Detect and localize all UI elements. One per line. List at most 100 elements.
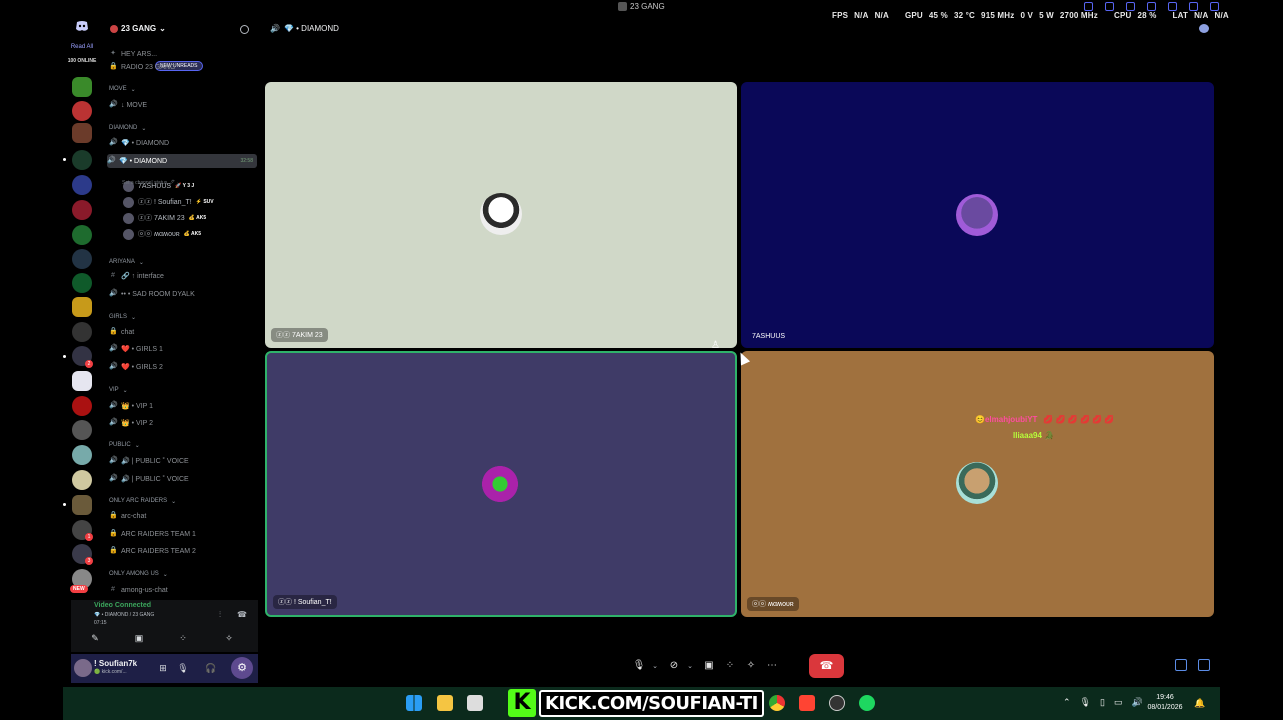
server-icon-15[interactable] <box>72 420 92 440</box>
category-header[interactable]: ONLY AMONG US ⌄ <box>109 567 168 581</box>
channel-item[interactable]: 🔊 ↓ MOVE <box>109 98 147 112</box>
channel-item[interactable]: ✦ HEY ARS... <box>109 47 157 61</box>
close-icon[interactable] <box>1210 2 1219 11</box>
server-icon-18[interactable] <box>72 495 92 515</box>
category-header[interactable]: GIRLS ⌄ <box>109 310 136 324</box>
channel-item[interactable]: 🔒 ARC RAIDERS TEAM 1 <box>109 527 196 541</box>
server-icon-10[interactable] <box>72 297 92 317</box>
channel-item[interactable]: 🔊 🔊 | PUBLIC ˚ VOICE <box>109 472 189 486</box>
category-header[interactable]: MOVE ⌄ <box>109 82 136 96</box>
chrome-profile-icon[interactable] <box>769 695 785 711</box>
channel-item[interactable]: 🔊 👑 • VIP 1 <box>109 399 153 413</box>
server-icon-3[interactable] <box>72 123 92 143</box>
channel-item[interactable]: 🔒 chat <box>109 325 134 339</box>
server-icon-17[interactable] <box>72 470 92 490</box>
file-explorer-icon[interactable] <box>437 695 453 711</box>
category-header[interactable]: ONLY ARC RAIDERS ⌄ <box>109 494 176 508</box>
video-tile-soufian[interactable]: ⓩⓩ ! Soufian_T! <box>265 351 737 617</box>
popout-icon[interactable] <box>1175 659 1187 671</box>
network-icon[interactable]: ▭ <box>1114 697 1123 708</box>
chevron-up-icon[interactable]: ⌃ <box>1063 697 1071 708</box>
channel-item[interactable]: # among-us-chat <box>109 583 168 597</box>
phone-link-icon[interactable]: ▯ <box>1100 697 1105 708</box>
pin-icon[interactable] <box>1084 2 1093 11</box>
fullscreen-icon[interactable] <box>1198 659 1210 671</box>
headphones-icon[interactable]: 🎧 <box>205 662 217 674</box>
chevron-down-icon[interactable]: ⌄ <box>686 662 694 670</box>
activities-icon[interactable]: ⁘ <box>721 657 739 675</box>
more-icon[interactable]: ⋯ <box>763 657 781 675</box>
channel-item[interactable]: 🔒 RADIO 23 GANG <box>109 60 175 74</box>
voice-user[interactable]: ⓩⓩ 7AKIM 23 💰 AK5 <box>123 211 206 225</box>
screen-icon[interactable] <box>1105 2 1114 11</box>
discord-home-icon[interactable] <box>75 20 89 32</box>
channel-item[interactable]: 🔊 💎 • DIAMOND <box>109 136 169 150</box>
channel-item[interactable]: 🔊 💎 • DIAMOND 32:58 <box>107 154 257 168</box>
tool-icon[interactable] <box>1147 2 1156 11</box>
volume-icon[interactable]: 🔊 <box>1131 697 1142 708</box>
server-icon-13[interactable] <box>72 371 92 391</box>
maximize-icon[interactable] <box>1189 2 1198 11</box>
video-tile-7ashuus[interactable]: 7ASHUUS <box>741 82 1214 348</box>
server-icon-16[interactable] <box>72 445 92 465</box>
invite-icon[interactable] <box>240 25 249 34</box>
category-header[interactable]: PUBLIC ⌄ <box>109 438 140 452</box>
camera-button[interactable]: ✎ <box>75 629 115 647</box>
voice-connected-status[interactable]: Video Connected <box>94 602 151 609</box>
notification-bell-icon[interactable]: 🔔 <box>1194 698 1205 709</box>
microphone-icon[interactable]: 🎙 <box>630 657 648 675</box>
disconnect-icon[interactable]: ☎ <box>237 610 247 619</box>
soundboard-icon[interactable]: ✧ <box>742 657 760 675</box>
obs-icon[interactable] <box>829 695 845 711</box>
channel-item[interactable]: 🔊 ❤️ • GIRLS 1 <box>109 342 163 356</box>
disconnect-button[interactable]: ☎ <box>809 654 844 678</box>
server-icon-9[interactable] <box>72 273 92 293</box>
channel-item[interactable]: 🔒 arc-chat <box>109 509 146 523</box>
spotify-icon[interactable] <box>859 695 875 711</box>
channel-status-hint[interactable]: Set a channel status 🖊 <box>122 180 175 186</box>
avatar[interactable] <box>74 659 92 677</box>
read-all-link[interactable]: Read All <box>63 44 101 50</box>
video-tile-mamour[interactable]: 😊elmahjoubiYT 💋 💋 💋 💋 💋 💋 lliaaa94 🐊 ⓞⓞ ʍ… <box>741 351 1214 617</box>
screen-share-icon[interactable]: ▣ <box>700 657 718 675</box>
channel-item[interactable]: 🔊 ❤️ • GIRLS 2 <box>109 360 163 374</box>
server-icon-11[interactable] <box>72 322 92 342</box>
user-name[interactable]: ! Soufian7k <box>94 659 137 668</box>
settings-gear-icon[interactable]: ⚙ <box>231 657 253 679</box>
store-icon[interactable] <box>467 695 483 711</box>
lock-icon[interactable] <box>1126 2 1135 11</box>
new-servers-pill[interactable]: NEW <box>70 585 88 593</box>
category-header[interactable]: DIAMOND ⌄ <box>109 121 146 135</box>
server-icon-8[interactable] <box>72 249 92 269</box>
microphone-tray-icon[interactable]: 🎙 <box>1080 697 1091 708</box>
screen-share-button[interactable]: ▣ <box>119 629 159 647</box>
game-controller-icon[interactable]: ⊞ <box>157 662 169 674</box>
server-icon-14[interactable] <box>72 396 92 416</box>
noise-suppression-icon[interactable]: ⫶ <box>219 610 228 619</box>
activities-button[interactable]: ⁘ <box>163 629 203 647</box>
channel-item[interactable]: 🔊 •• • SAD ROOM DYALK <box>109 287 195 301</box>
voice-user[interactable]: ⓞⓞ ʍαʍουʀ 💰 AK5 <box>123 227 201 241</box>
server-icon-5[interactable] <box>72 175 92 195</box>
voice-user[interactable]: ⓩⓩ ! Soufian_T! ⚡ SUV <box>123 195 214 209</box>
microphone-icon[interactable]: 🎙 <box>177 662 189 674</box>
server-icon-1[interactable] <box>72 77 92 97</box>
category-header[interactable]: VIP ⌄ <box>109 383 128 397</box>
voice-channel-path[interactable]: 💎 • DIAMOND / 23 GANG <box>94 612 154 618</box>
channel-item[interactable]: # 🔗 ↑ interface <box>109 269 164 283</box>
inbox-icon[interactable] <box>1199 24 1209 33</box>
server-icon-2[interactable] <box>72 101 92 121</box>
video-tile-7akim[interactable]: ⓩⓩ 7AKIM 23 <box>265 82 737 348</box>
brave-icon[interactable] <box>799 695 815 711</box>
channel-item[interactable]: 🔊 👑 • VIP 2 <box>109 416 153 430</box>
clock[interactable]: 19:46 08/01/2026 <box>1143 693 1187 713</box>
category-header[interactable]: Ariyana ⌄ <box>109 255 144 269</box>
channel-item[interactable]: 🔒 ARC RAIDERS TEAM 2 <box>109 544 196 558</box>
minimize-icon[interactable] <box>1168 2 1177 11</box>
server-header[interactable]: 23 GANG ⌄ <box>110 24 166 33</box>
server-icon-7[interactable] <box>72 225 92 245</box>
chevron-down-icon[interactable]: ⌄ <box>651 662 659 670</box>
soundboard-button[interactable]: ✧ <box>209 629 249 647</box>
windows-start-icon[interactable] <box>406 695 422 711</box>
server-icon-6[interactable] <box>72 200 92 220</box>
